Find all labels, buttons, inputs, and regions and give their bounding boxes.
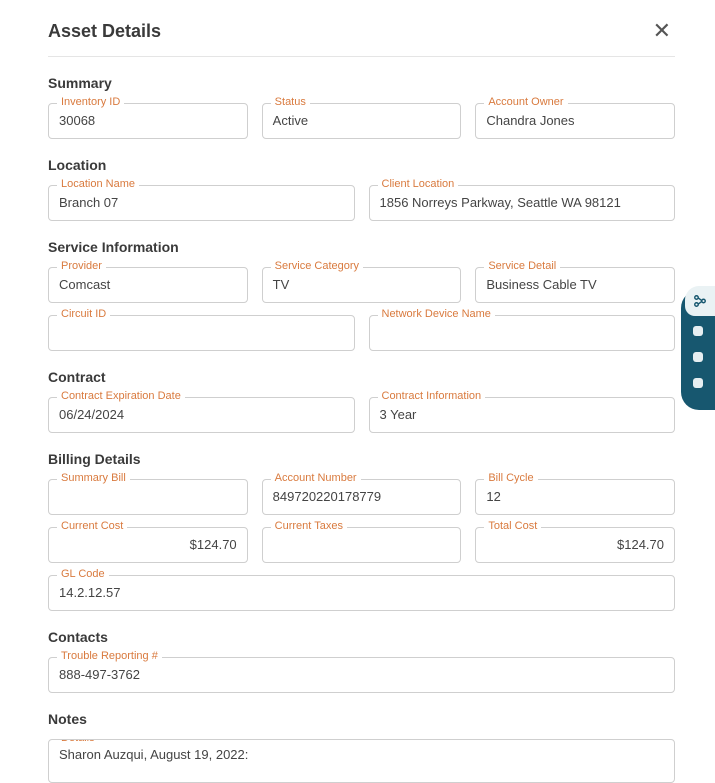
network-device-name-field[interactable]: Network Device Name [369,315,676,351]
account-owner-label: Account Owner [484,96,567,108]
account-owner-field[interactable]: Account Owner Chandra Jones [475,103,675,139]
account-number-label: Account Number [271,472,361,484]
location-name-label: Location Name [57,178,139,190]
service-category-label: Service Category [271,260,363,272]
gl-code-label: GL Code [57,568,109,580]
modal-title: Asset Details [48,21,161,42]
circuit-id-label: Circuit ID [57,308,110,320]
section-heading-contacts: Contacts [48,629,675,645]
side-widget-dot [693,378,703,388]
inventory-id-label: Inventory ID [57,96,124,108]
notes-details-value: Sharon Auzqui, August 19, 2022: [49,740,674,764]
notes-details-label: Details [57,739,99,744]
current-taxes-field[interactable]: Current Taxes [262,527,462,563]
provider-field[interactable]: Provider Comcast [48,267,248,303]
bill-cycle-label: Bill Cycle [484,472,537,484]
section-heading-billing: Billing Details [48,451,675,467]
account-number-field[interactable]: Account Number 849720220178779 [262,479,462,515]
bill-cycle-field[interactable]: Bill Cycle 12 [475,479,675,515]
gl-code-field[interactable]: GL Code 14.2.12.57 [48,575,675,611]
section-heading-location: Location [48,157,675,173]
notes-details-field[interactable]: Details Sharon Auzqui, August 19, 2022: [48,739,675,783]
trouble-reporting-field[interactable]: Trouble Reporting # 888-497-3762 [48,657,675,693]
summary-bill-field[interactable]: Summary Bill [48,479,248,515]
current-cost-label: Current Cost [57,520,127,532]
inventory-id-field[interactable]: Inventory ID 30068 [48,103,248,139]
current-taxes-label: Current Taxes [271,520,347,532]
close-button[interactable]: ✕ [649,20,675,42]
side-widget-tab[interactable] [681,290,715,410]
contract-expiration-field[interactable]: Contract Expiration Date 06/24/2024 [48,397,355,433]
client-location-label: Client Location [378,178,459,190]
total-cost-label: Total Cost [484,520,541,532]
asset-details-modal: Asset Details ✕ Summary Inventory ID 300… [0,0,715,783]
section-heading-summary: Summary [48,75,675,91]
section-heading-contract: Contract [48,369,675,385]
summary-bill-label: Summary Bill [57,472,130,484]
service-category-field[interactable]: Service Category TV [262,267,462,303]
side-widget-dot [693,352,703,362]
side-widget-dot [693,326,703,336]
contract-expiration-label: Contract Expiration Date [57,390,185,402]
total-cost-field[interactable]: Total Cost $124.70 [475,527,675,563]
current-cost-field[interactable]: Current Cost $124.70 [48,527,248,563]
status-field[interactable]: Status Active [262,103,462,139]
contract-info-field[interactable]: Contract Information 3 Year [369,397,676,433]
section-heading-service: Service Information [48,239,675,255]
circuit-id-field[interactable]: Circuit ID [48,315,355,351]
gl-code-value: 14.2.12.57 [49,576,674,600]
location-name-field[interactable]: Location Name Branch 07 [48,185,355,221]
trouble-reporting-label: Trouble Reporting # [57,650,162,662]
provider-label: Provider [57,260,106,272]
modal-header: Asset Details ✕ [48,20,675,57]
status-label: Status [271,96,310,108]
contract-info-label: Contract Information [378,390,486,402]
service-detail-field[interactable]: Service Detail Business Cable TV [475,267,675,303]
service-detail-label: Service Detail [484,260,560,272]
section-heading-notes: Notes [48,711,675,727]
close-icon: ✕ [653,18,671,43]
client-location-field[interactable]: Client Location 1856 Norreys Parkway, Se… [369,185,676,221]
network-device-name-label: Network Device Name [378,308,495,320]
nodes-icon [685,286,715,316]
